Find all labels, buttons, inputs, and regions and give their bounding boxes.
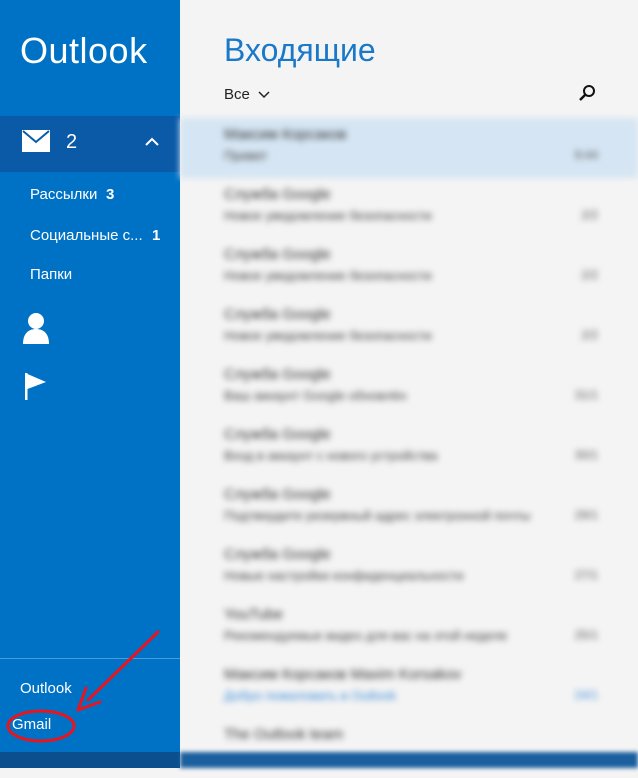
app-bar-strip [0, 752, 180, 768]
list-item[interactable]: Максим Корсаков Maxim Korsakov Добро пож… [180, 658, 638, 718]
message-sender: Служба Google [224, 426, 331, 443]
message-sender: Служба Google [224, 306, 331, 323]
message-date: 31/1 [574, 388, 598, 402]
message-subject: Новое уведомление безопасности [224, 328, 432, 343]
sidebar: Outlook 2 Рассылки 3 Социальные с... 1 П… [0, 0, 180, 768]
message-subject: Новое уведомление безопасности [224, 208, 432, 223]
message-sender: Служба Google [224, 246, 331, 263]
message-sender: Служба Google [224, 366, 331, 383]
message-date: 9:44 [574, 148, 598, 162]
message-subject: Добро пожаловать в Outlook [224, 688, 397, 703]
message-date: 2/2 [581, 208, 598, 222]
mail-folder-row[interactable]: 2 [0, 116, 180, 172]
folder-item-social[interactable]: Социальные с... 1 [30, 227, 160, 244]
folder-label: Папки [30, 266, 73, 283]
folder-label: Рассылки [30, 186, 98, 203]
list-item[interactable]: Служба Google Подтвердите резервный адре… [180, 478, 638, 538]
folder-item-newsletters[interactable]: Рассылки 3 [30, 186, 114, 203]
list-item[interactable]: Служба Google Новое уведомление безопасн… [180, 298, 638, 358]
chevron-down-icon[interactable] [258, 90, 270, 100]
search-icon[interactable] [578, 84, 596, 102]
folder-count: 1 [152, 227, 161, 244]
message-subject: Рекомендуемые видео для вас на этой неде… [224, 628, 508, 643]
list-item[interactable]: YouTube Рекомендуемые видео для вас на э… [180, 598, 638, 658]
message-date: 24/1 [574, 688, 598, 702]
message-date: 30/1 [574, 448, 598, 462]
folder-item-folders[interactable]: Папки [30, 266, 72, 283]
message-date: 2/2 [581, 268, 598, 282]
message-date: 25/1 [574, 628, 598, 642]
message-date: 27/1 [574, 568, 598, 582]
account-outlook[interactable]: Outlook [20, 680, 72, 697]
mail-icon [22, 130, 50, 152]
list-item[interactable]: Служба Google Новое уведомление безопасн… [180, 178, 638, 238]
message-subject: Подтвердите резервный адрес электронной … [224, 508, 531, 523]
folder-label: Социальные с... [30, 227, 143, 244]
people-icon[interactable] [22, 312, 50, 344]
message-sender: Служба Google [224, 546, 331, 563]
unread-count: 2 [66, 131, 78, 153]
list-item[interactable]: Служба Google Вход в аккаунт с нового ус… [180, 418, 638, 478]
message-sender: The Outlook team [224, 726, 344, 743]
list-item[interactable]: The Outlook team [180, 718, 638, 778]
message-pane: Входящие Все Максим Корсаков Привет 9:44… [180, 0, 638, 768]
message-sender: Служба Google [224, 486, 331, 503]
app-bar-strip [180, 752, 638, 768]
message-sender: Максим Корсаков [224, 126, 347, 143]
list-item[interactable]: Служба Google Новые настройки конфиденци… [180, 538, 638, 598]
list-item[interactable]: Максим Корсаков Привет 9:44 [180, 118, 638, 178]
chevron-up-icon[interactable] [144, 134, 160, 150]
app-title: Outlook [20, 30, 148, 71]
message-sender: Служба Google [224, 186, 331, 203]
filter-dropdown[interactable]: Все [224, 86, 250, 103]
message-date: 2/2 [581, 328, 598, 342]
message-sender: YouTube [224, 606, 283, 623]
message-subject: Новое уведомление безопасности [224, 268, 432, 283]
list-item[interactable]: Служба Google Новое уведомление безопасн… [180, 238, 638, 298]
divider [0, 658, 180, 659]
message-subject: Вход в аккаунт с нового устройства [224, 448, 438, 463]
list-item[interactable]: Служба Google Ваш аккаунт Google обновлё… [180, 358, 638, 418]
message-date: 29/1 [574, 508, 598, 522]
message-subject: Привет [224, 148, 268, 163]
flag-icon[interactable] [24, 372, 50, 400]
folder-count: 3 [106, 186, 115, 203]
page-title: Входящие [224, 32, 376, 68]
message-subject: Новые настройки конфиденциальности [224, 568, 464, 583]
message-sender: Максим Корсаков Maxim Korsakov [224, 666, 462, 683]
account-gmail[interactable]: Gmail [12, 716, 51, 733]
message-subject: Ваш аккаунт Google обновлён [224, 388, 407, 403]
